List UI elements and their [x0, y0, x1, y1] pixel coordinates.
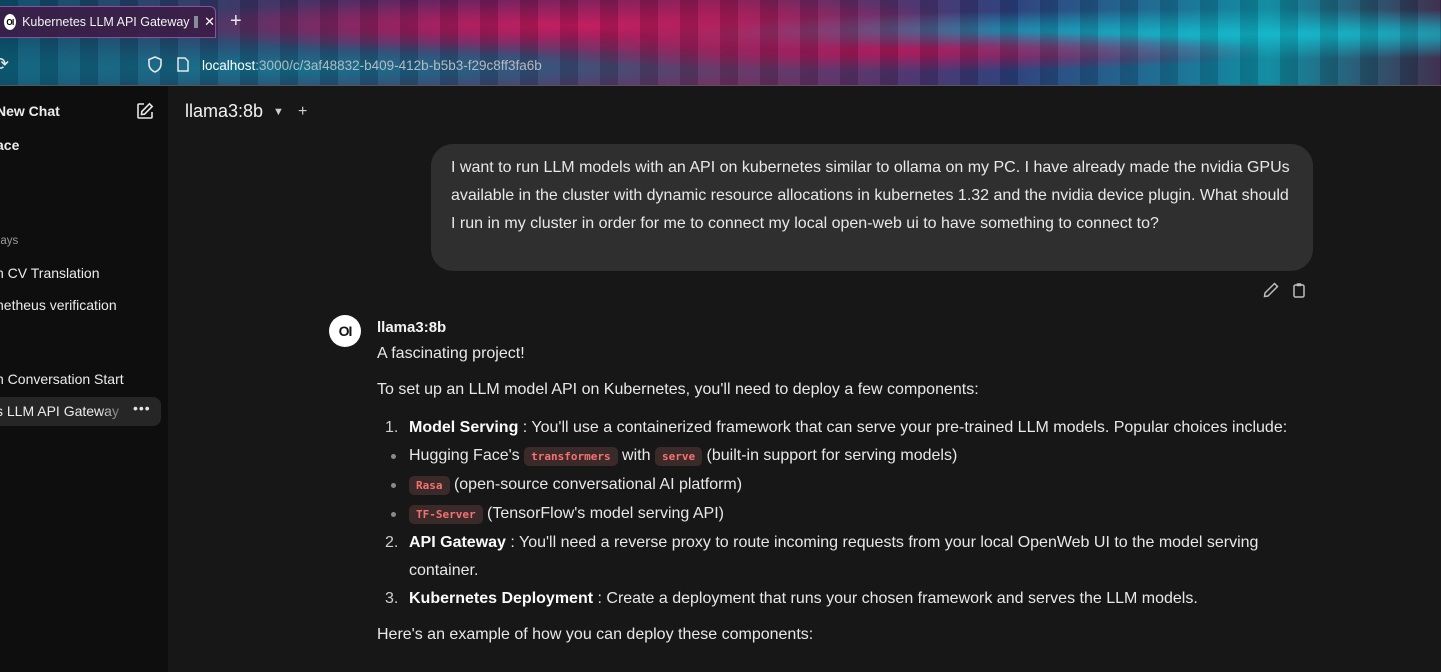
sub-item-text: (open-source conversational AI platform)	[449, 476, 743, 493]
copy-icon[interactable]	[1291, 282, 1307, 298]
list-number: 3.	[385, 590, 399, 607]
new-tab-button[interactable]: +	[230, 10, 242, 33]
sub-list-item: TF-Server (TensorFlow's model serving AP…	[377, 500, 1317, 529]
new-chat-link[interactable]: New Chat	[0, 103, 60, 119]
reply-intro: A fascinating project!	[377, 345, 525, 362]
browser-tab[interactable]: OI Kubernetes LLM API Gateway ✕	[0, 6, 216, 38]
list-item-text: : You'll use a containerized framework t…	[518, 419, 1288, 436]
sub-list-item: Rasa (open-source conversational AI plat…	[377, 471, 1317, 500]
model-selector[interactable]: llama3:8b ▼ +	[185, 101, 307, 122]
section-label: days	[0, 235, 19, 247]
url-host: localhost	[202, 58, 256, 73]
list-item: 1. Model Serving : You'll use a containe…	[377, 414, 1317, 442]
list-item: 3. Kubernetes Deployment : Create a depl…	[377, 585, 1317, 613]
user-message: I want to run LLM models with an API on …	[431, 144, 1313, 271]
sub-item-text: (TensorFlow's model serving API)	[482, 505, 724, 522]
chat-main: llama3:8b ▼ + I want to run LLM models w…	[169, 86, 1441, 672]
browser-chrome: OI Kubernetes LLM API Gateway ✕ + ⟳ loca…	[0, 0, 1441, 86]
user-message-text: I want to run LLM models with an API on …	[451, 159, 1290, 232]
inline-code: transformers	[524, 447, 618, 466]
sub-item-text: with	[617, 447, 655, 464]
list-item-text: : Create a deployment that runs your cho…	[593, 590, 1198, 607]
url-path: :3000/c/3af48832-b409-412b-b5b3-f29c8ff3…	[255, 58, 542, 73]
inline-code: TF-Server	[409, 505, 483, 524]
sidebar-chat-item[interactable]: h Conversation Start	[0, 371, 124, 387]
sidebar-chat-item-active[interactable]: s LLM API Gateway •••	[0, 397, 161, 426]
sub-item-text: Hugging Face's	[409, 447, 525, 464]
address-bar: ⟳ localhost:3000/c/3af48832-b409-412b-b5…	[0, 46, 1441, 84]
list-item: 2. API Gateway : You'll need a reverse p…	[377, 529, 1317, 585]
list-number: 1.	[385, 419, 399, 436]
shield-icon[interactable]	[148, 56, 162, 73]
sidebar-chat-item[interactable]: netheus verification	[0, 297, 117, 313]
reply-lead: To set up an LLM model API on Kubernetes…	[377, 381, 979, 398]
edit-icon[interactable]	[1263, 282, 1279, 298]
more-options-icon[interactable]: •••	[133, 400, 151, 416]
workspace-link[interactable]: ace	[0, 137, 19, 153]
tab-title: Kubernetes LLM API Gateway	[22, 15, 190, 29]
sidebar-chat-item[interactable]: h CV Translation	[0, 265, 100, 281]
sub-item-text: (built-in support for serving models)	[702, 447, 958, 464]
list-item-text: : You'll need a reverse proxy to route i…	[409, 534, 1259, 579]
page-icon[interactable]	[177, 57, 189, 72]
list-item-title: Model Serving	[409, 419, 519, 436]
components-list: 1. Model Serving : You'll use a containe…	[377, 414, 1317, 613]
url-field[interactable]: localhost:3000/c/3af48832-b409-412b-b5b3…	[202, 58, 542, 73]
reply-outro: Here's an example of how you can deploy …	[377, 626, 814, 643]
list-item-title: API Gateway	[409, 534, 506, 551]
label-fade	[100, 397, 130, 426]
chevron-down-icon[interactable]: ▼	[273, 106, 284, 118]
assistant-message: A fascinating project! To set up an LLM …	[377, 342, 1317, 659]
inline-code: serve	[654, 447, 703, 466]
bullet	[391, 512, 396, 517]
inline-code: Rasa	[409, 476, 450, 495]
bullet	[391, 483, 396, 488]
list-item-title: Kubernetes Deployment	[409, 590, 594, 607]
add-model-button[interactable]: +	[298, 103, 307, 121]
assistant-avatar: OI	[329, 315, 361, 347]
reload-icon[interactable]: ⟳	[0, 54, 9, 75]
favicon-icon: OI	[4, 14, 17, 30]
model-name: llama3:8b	[185, 101, 264, 121]
assistant-name: llama3:8b	[377, 319, 447, 336]
list-number: 2.	[385, 534, 399, 551]
sidebar: New Chat ace days h CV Translation nethe…	[0, 86, 168, 672]
compose-icon[interactable]	[136, 102, 154, 120]
sub-list-item: Hugging Face's transformers with serve (…	[377, 442, 1317, 471]
tab-audio-icon	[193, 16, 199, 28]
tab-close-icon[interactable]: ✕	[204, 14, 215, 30]
bullet	[391, 454, 396, 459]
